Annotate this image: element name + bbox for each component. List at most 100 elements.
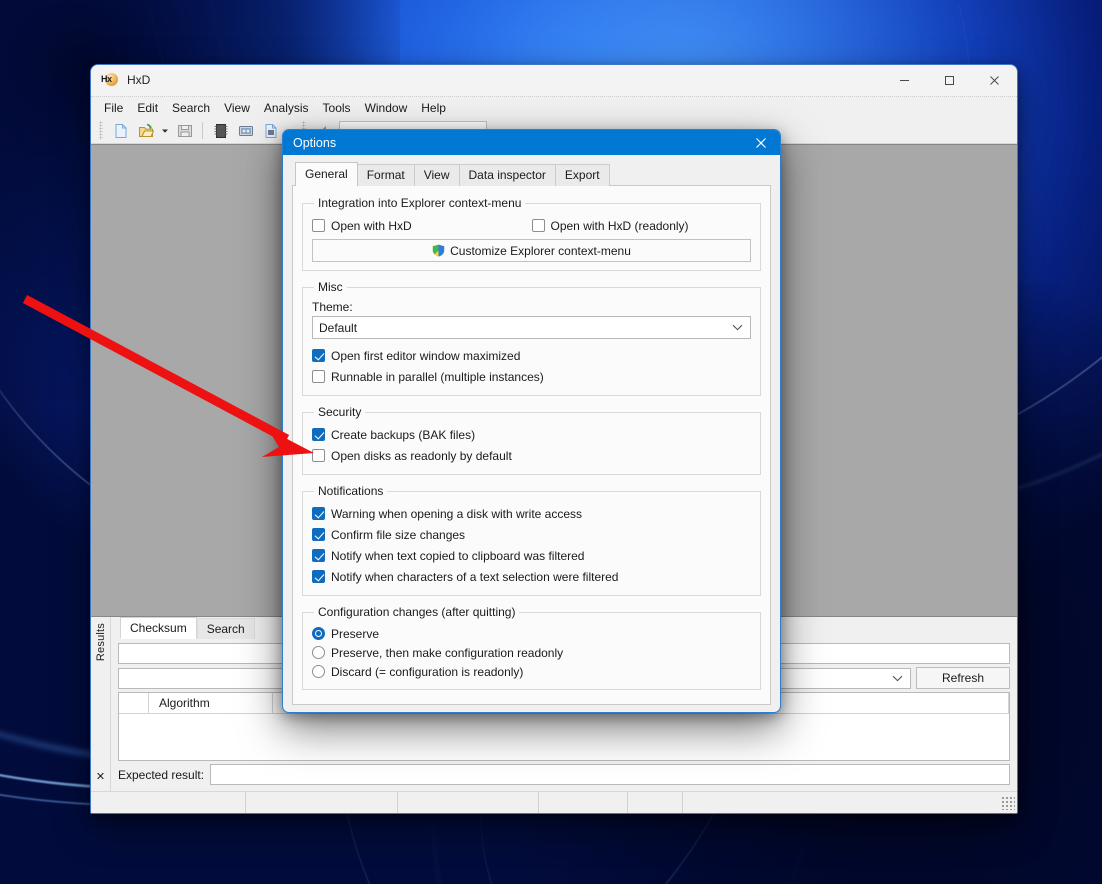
radio-label: Discard (= configuration is readonly) [331,665,523,679]
checkbox-create-backups[interactable]: Create backups (BAK files) [312,424,751,445]
group-security-title: Security [314,405,365,419]
expected-result-row: Expected result: [118,764,1010,785]
open-dropdown-icon[interactable] [159,120,171,142]
checkbox-label: Notify when text copied to clipboard was… [331,549,584,563]
checkbox-box [312,507,325,520]
grid-col-algorithm[interactable]: Algorithm [149,693,273,713]
tab-general[interactable]: General [295,162,358,186]
customize-button-label: Customize Explorer context-menu [450,244,631,258]
maximize-icon[interactable] [927,65,972,96]
group-configuration-changes: Configuration changes (after quitting) P… [302,605,761,690]
dialog-tabstrip: General Format View Data inspector Expor… [292,163,771,186]
results-dock-close-icon[interactable]: ✕ [96,770,105,783]
tab-search[interactable]: Search [197,618,255,639]
chevron-down-icon [732,324,743,331]
tab-checksum[interactable]: Checksum [120,617,197,639]
grid-col-selector[interactable] [119,693,149,713]
radio-button [312,665,325,678]
checkbox-open-with-hxd[interactable]: Open with HxD [312,215,532,236]
radio-preserve-then-readonly[interactable]: Preserve, then make configuration readon… [312,643,751,662]
dialog-title: Options [293,136,336,150]
window-titlebar: Hx HxD [91,65,1017,96]
toolbar-grip[interactable] [99,121,103,140]
open-ram-icon[interactable] [234,120,257,142]
status-cell [539,792,628,815]
open-disk-icon[interactable] [209,120,232,142]
checkbox-open-with-hxd-readonly[interactable]: Open with HxD (readonly) [532,215,752,236]
checkbox-warning-disk-write-access[interactable]: Warning when opening a disk with write a… [312,503,751,524]
checkbox-confirm-file-size-changes[interactable]: Confirm file size changes [312,524,751,545]
group-security: Security Create backups (BAK files) Open… [302,405,761,475]
dialog-body: General Format View Data inspector Expor… [283,155,780,713]
resize-grip-icon[interactable] [1001,796,1015,810]
checkbox-box [312,428,325,441]
theme-combobox[interactable]: Default [312,316,751,339]
tab-export[interactable]: Export [555,164,610,186]
menu-item-view[interactable]: View [217,99,257,117]
checkbox-label: Open with HxD (readonly) [551,219,689,233]
checkbox-label: Open disks as readonly by default [331,449,512,463]
tab-view[interactable]: View [414,164,460,186]
radio-label: Preserve [331,627,379,641]
dialog-buttonbar: OK Cancel [292,705,771,713]
checkbox-label: Runnable in parallel (multiple instances… [331,370,544,384]
checkbox-notify-clipboard-filtered[interactable]: Notify when text copied to clipboard was… [312,545,751,566]
menu-item-edit[interactable]: Edit [130,99,165,117]
results-dock-label: Results [95,623,107,661]
radio-button [312,627,325,640]
menu-item-analysis[interactable]: Analysis [257,99,316,117]
theme-value: Default [319,321,732,335]
dialog-titlebar: Options [283,130,780,155]
radio-discard[interactable]: Discard (= configuration is readonly) [312,662,751,681]
close-icon[interactable] [742,130,780,155]
close-icon[interactable] [972,65,1017,96]
radio-preserve[interactable]: Preserve [312,624,751,643]
tab-format[interactable]: Format [357,164,415,186]
checkbox-box [312,370,325,383]
theme-label: Theme: [312,300,751,314]
new-file-icon[interactable] [109,120,132,142]
expected-result-label: Expected result: [118,768,204,782]
expected-result-input[interactable] [210,764,1010,785]
options-dialog: Options General Format View Data inspect… [282,129,781,713]
group-notifications-title: Notifications [314,484,387,498]
toolbar-separator [202,122,203,139]
group-integration: Integration into Explorer context-menu O… [302,196,761,271]
dialog-tabpage-general: Integration into Explorer context-menu O… [292,185,771,705]
open-file-icon[interactable] [134,120,157,142]
checkbox-notify-selection-filtered[interactable]: Notify when characters of a text selecti… [312,566,751,587]
status-cell [628,792,683,815]
hxd-app-icon: Hx [102,72,118,88]
window-title: HxD [127,73,150,87]
checkbox-label: Create backups (BAK files) [331,428,475,442]
menu-item-help[interactable]: Help [414,99,453,117]
checkbox-open-disks-as-readonly[interactable]: Open disks as readonly by default [312,445,751,466]
menu-item-window[interactable]: Window [358,99,415,117]
menu-bar: File Edit Search View Analysis Tools Win… [91,96,1017,118]
refresh-button[interactable]: Refresh [916,667,1010,689]
checkbox-box [312,219,325,232]
checkbox-box [312,349,325,362]
status-cell [246,792,398,815]
group-misc-title: Misc [314,280,347,294]
checkbox-runnable-in-parallel[interactable]: Runnable in parallel (multiple instances… [312,366,751,387]
checkbox-box [312,528,325,541]
group-integration-title: Integration into Explorer context-menu [314,196,525,210]
shield-icon [432,244,445,257]
checkbox-box [312,570,325,583]
group-notifications: Notifications Warning when opening a dis… [302,484,761,596]
minimize-icon[interactable] [882,65,927,96]
menu-item-file[interactable]: File [97,99,130,117]
status-bar [91,791,1017,814]
menu-item-search[interactable]: Search [165,99,217,117]
open-disk-image-icon[interactable] [259,120,282,142]
checkbox-box [312,449,325,462]
menu-item-tools[interactable]: Tools [316,99,358,117]
window-controls [882,65,1017,96]
group-misc: Misc Theme: Default Open first editor wi… [302,280,761,396]
checkbox-open-first-editor-maximized[interactable]: Open first editor window maximized [312,345,751,366]
checkbox-label: Confirm file size changes [331,528,465,542]
save-icon[interactable] [173,120,196,142]
tab-data-inspector[interactable]: Data inspector [459,164,556,186]
customize-explorer-context-menu-button[interactable]: Customize Explorer context-menu [312,239,751,262]
